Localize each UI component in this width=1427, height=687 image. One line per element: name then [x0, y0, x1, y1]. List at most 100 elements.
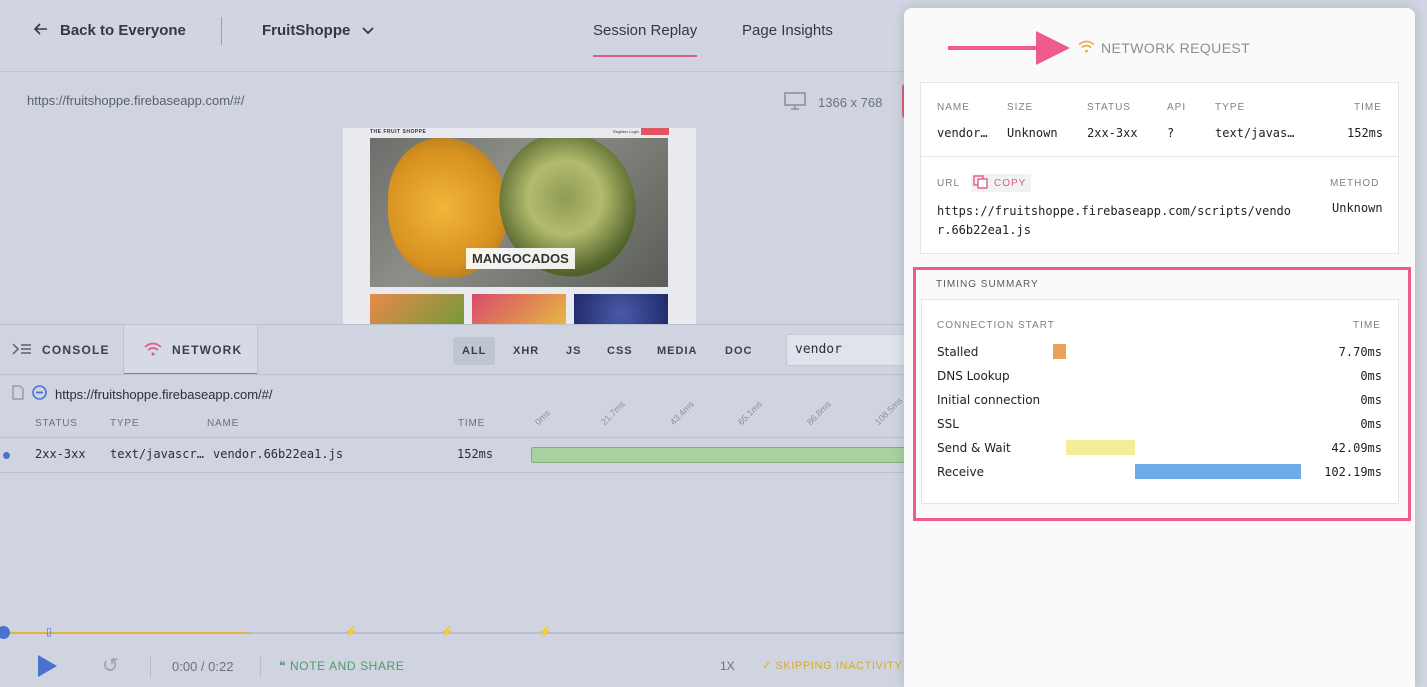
- play-icon[interactable]: [38, 655, 57, 677]
- timing-value-receive: 102.19ms: [1324, 465, 1382, 479]
- column-header-name: NAME: [207, 418, 240, 429]
- page-url: https://fruitshoppe.firebaseapp.com/#/: [55, 386, 273, 402]
- timing-label-stalled: Stalled: [937, 345, 979, 359]
- timing-value-send-wait: 42.09ms: [1331, 441, 1382, 455]
- rewind-icon[interactable]: ↺: [102, 653, 119, 678]
- timing-bar-send-wait: [1066, 440, 1135, 455]
- timeline-tick: 86.8ms: [804, 399, 833, 427]
- tab-network[interactable]: NETWORK: [123, 325, 258, 375]
- preview-brand: THE FRUIT SHOPPE: [370, 129, 427, 135]
- note-label: NOTE AND SHARE: [290, 659, 405, 673]
- screen-size: 1366 x 768: [784, 92, 882, 113]
- summary-header-type: TYPE: [1215, 102, 1246, 113]
- player-controls: ↺ 0:00 / 0:22 ❝ NOTE AND SHARE 1X ✓ SKIP…: [0, 646, 905, 687]
- lightning-icon[interactable]: ⚡: [538, 625, 552, 638]
- row-status: 2xx-3xx: [35, 447, 86, 461]
- timing-bar-stalled: [1053, 344, 1066, 359]
- playback-time: 0:00 / 0:22: [172, 659, 234, 674]
- url-label: URL: [937, 178, 961, 189]
- monitor-icon: [784, 92, 806, 113]
- note-and-share-button[interactable]: ❝ NOTE AND SHARE: [279, 659, 404, 673]
- copy-icon: [973, 174, 989, 192]
- screen-size-label: 1366 x 768: [818, 95, 883, 110]
- divider: [150, 656, 151, 678]
- timing-value-stalled: 7.70ms: [1338, 345, 1382, 359]
- minus-circle-icon[interactable]: [32, 385, 47, 403]
- timing-label-send-wait: Send & Wait: [937, 441, 1011, 455]
- row-type: text/javascr…: [110, 447, 204, 461]
- timing-label-dns: DNS Lookup: [937, 369, 1010, 383]
- drawer-title: NETWORK REQUEST: [1078, 40, 1250, 56]
- tab-console-label: CONSOLE: [42, 343, 110, 357]
- skip-inactivity-toggle[interactable]: ✓ SKIPPING INACTIVITY: [762, 659, 902, 672]
- timeline-tick: 65.1ms: [735, 399, 764, 427]
- preview-thumbnail: [574, 294, 668, 324]
- tab-network-label: NETWORK: [172, 343, 243, 357]
- column-header-status: STATUS: [35, 418, 78, 429]
- summary-api: ?: [1167, 126, 1175, 140]
- filter-media[interactable]: MEDIA: [648, 337, 706, 365]
- annotation-arrow: [948, 46, 1040, 50]
- tab-console[interactable]: CONSOLE: [12, 325, 122, 375]
- back-button[interactable]: Back to Everyone: [33, 22, 186, 39]
- filter-js[interactable]: JS: [557, 337, 590, 365]
- preview-nav: Register Login: [613, 129, 639, 134]
- document-icon: [12, 385, 24, 403]
- timeline-tick: 21.7ms: [598, 399, 627, 427]
- filter-css[interactable]: CSS: [598, 337, 642, 365]
- wifi-icon: [144, 342, 162, 359]
- divider: [221, 17, 222, 45]
- arrow-left-icon: [33, 22, 48, 39]
- timeline-tick: 43.4ms: [667, 399, 696, 427]
- network-search-input[interactable]: vendor: [786, 334, 911, 366]
- summary-header-size: SIZE: [1007, 102, 1034, 113]
- preview-thumbnail: [472, 294, 566, 324]
- divider: [920, 156, 1399, 157]
- timeline-scrubber[interactable]: [0, 626, 10, 639]
- lightning-icon[interactable]: ⚡: [344, 625, 358, 638]
- console-icon: [12, 342, 32, 358]
- page-event-icon[interactable]: ▯: [46, 625, 52, 638]
- preview-cart-button: [641, 128, 669, 135]
- timing-summary-title: TIMING SUMMARY: [936, 279, 1039, 290]
- table-row[interactable]: 2xx-3xx text/javascr… vendor.66b22ea1.js…: [0, 437, 905, 473]
- timing-value-dns: 0ms: [1360, 369, 1382, 383]
- app-selector[interactable]: FruitShoppe: [262, 22, 374, 39]
- speed-button[interactable]: 1X: [720, 659, 735, 673]
- filter-doc[interactable]: DOC: [716, 337, 761, 365]
- summary-header-api: API: [1167, 102, 1187, 113]
- column-header-type: TYPE: [110, 418, 140, 429]
- lightning-icon[interactable]: ⚡: [440, 625, 454, 638]
- timeline-tick: 108.5ms: [872, 395, 905, 427]
- timing-label-ssl: SSL: [937, 417, 959, 431]
- summary-status: 2xx-3xx: [1087, 126, 1138, 140]
- divider: [0, 374, 905, 375]
- drawer-title-text: NETWORK REQUEST: [1101, 40, 1251, 56]
- copy-url-button[interactable]: COPY: [971, 174, 1032, 192]
- filter-all[interactable]: ALL: [453, 337, 496, 365]
- replay-preview[interactable]: THE FRUIT SHOPPE Register Login MANGOCAD…: [343, 128, 696, 324]
- tab-page-insights[interactable]: Page Insights: [742, 22, 833, 39]
- request-url: https://fruitshoppe.firebaseapp.com/scri…: [937, 204, 1292, 237]
- preview-hero-label: MANGOCADOS: [466, 248, 575, 269]
- timing-header-time: TIME: [1353, 320, 1381, 331]
- row-name: vendor.66b22ea1.js: [213, 447, 344, 461]
- copy-label: COPY: [994, 177, 1027, 189]
- divider: [260, 656, 261, 678]
- timing-bar-receive: [1135, 464, 1301, 479]
- page-url-row[interactable]: https://fruitshoppe.firebaseapp.com/#/: [12, 385, 273, 403]
- summary-size: Unknown: [1007, 126, 1058, 140]
- summary-type: text/javas…: [1215, 126, 1295, 140]
- timing-label-receive: Receive: [937, 465, 984, 479]
- wifi-icon: [1078, 40, 1095, 56]
- summary-header-time: TIME: [1354, 102, 1382, 113]
- app-name: FruitShoppe: [262, 22, 351, 39]
- filter-xhr[interactable]: XHR: [504, 337, 548, 365]
- timing-label-initial-connection: Initial connection: [937, 393, 1041, 407]
- timing-header-connection: CONNECTION START: [937, 320, 1055, 331]
- quote-icon: ❝: [279, 659, 290, 673]
- tab-session-replay[interactable]: Session Replay: [593, 22, 698, 57]
- summary-header-status: STATUS: [1087, 102, 1131, 113]
- request-method: Unknown: [1332, 201, 1383, 215]
- back-label: Back to Everyone: [60, 22, 186, 39]
